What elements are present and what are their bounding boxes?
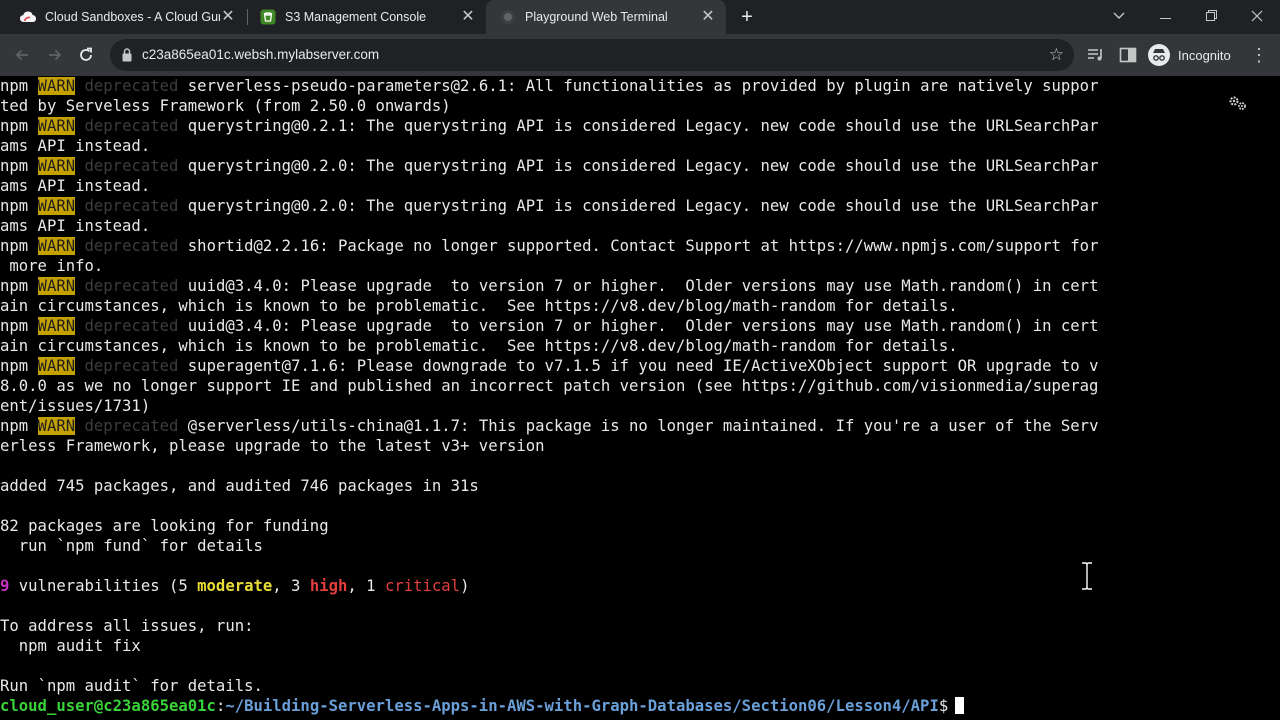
address-bar[interactable]: c23a865ea01c.websh.mylabserver.com ☆ [110,39,1074,71]
mouse-ibeam-cursor-icon [1082,562,1092,590]
close-window-button[interactable] [1234,0,1280,32]
terminal-line: 8.0.0 as we no longer support IE and pub… [0,377,1099,395]
shell-prompt[interactable]: cloud_user@c23a865ea01c:~/Building-Serve… [0,696,965,716]
browser-toolbar: c23a865ea01c.websh.mylabserver.com ☆ Inc… [0,34,1280,76]
terminal-line: 82 packages are looking for funding [0,517,329,535]
url-text: c23a865ea01c.websh.mylabserver.com [142,47,380,62]
tab-s3-console[interactable]: S3 Management Console ✕ [248,0,486,34]
terminal-line: npm WARN deprecated querystring@0.2.0: T… [0,157,1099,175]
terminal-line: npm WARN deprecated querystring@0.2.0: T… [0,197,1099,215]
new-tab-button[interactable]: + [737,5,757,29]
terminal-line: npm WARN deprecated shortid@2.2.16: Pack… [0,237,1099,255]
lock-icon[interactable] [122,48,132,62]
tab-title: S3 Management Console [285,10,427,24]
tab-cloud-sandboxes[interactable]: Cloud Sandboxes - A Cloud Guru ✕ [0,0,246,34]
tab-strip: Cloud Sandboxes - A Cloud Guru ✕ S3 Mana… [0,0,1280,34]
terminal-line: ams API instead. [0,137,151,155]
terminal-line: npm WARN deprecated superagent@7.1.6: Pl… [0,357,1099,375]
close-icon[interactable]: ✕ [220,9,236,25]
minimize-button[interactable] [1142,0,1188,32]
close-icon[interactable]: ✕ [700,9,716,25]
terminal-icon [500,9,516,25]
more-menu-icon[interactable]: ⋮ [1250,43,1268,67]
acloudguru-icon [20,9,36,25]
terminal-line: npm WARN deprecated @serverless/utils-ch… [0,417,1099,435]
terminal-line: npm WARN deprecated uuid@3.4.0: Please u… [0,277,1099,295]
tab-title: Cloud Sandboxes - A Cloud Guru [45,10,220,24]
terminal-line: ent/issues/1731) [0,397,151,415]
aws-s3-icon [260,9,276,25]
text-cursor [955,697,965,714]
incognito-profile-button[interactable]: Incognito [1148,40,1231,70]
terminal-line: npm audit fix [0,637,141,655]
back-arrow-icon[interactable] [10,43,34,67]
terminal-line: npm WARN deprecated uuid@3.4.0: Please u… [0,317,1099,335]
tab-search-chevron-icon[interactable] [1096,0,1142,32]
forward-arrow-icon[interactable] [43,43,67,67]
vulnerabilities-line: 9 vulnerabilities (5 moderate, 3 high, 1… [0,577,470,595]
close-icon[interactable]: ✕ [460,9,476,25]
terminal-line: To address all issues, run: [0,617,254,635]
terminal-line: ain circumstances, which is known to be … [0,297,958,315]
incognito-icon [1148,44,1170,66]
terminal-line: npm WARN deprecated serverless-pseudo-pa… [0,77,1099,95]
terminal-line: ams API instead. [0,217,151,235]
terminal-line: ams API instead. [0,177,151,195]
incognito-label: Incognito [1178,47,1231,63]
media-control-icon[interactable] [1084,43,1108,67]
terminal-line: Run `npm audit` for details. [0,677,263,695]
tab-playground-terminal[interactable]: Playground Web Terminal ✕ [486,0,726,34]
bookmark-star-icon[interactable]: ☆ [1049,39,1064,71]
settings-gear-icon[interactable] [1228,95,1248,111]
side-panel-icon[interactable] [1116,43,1140,67]
terminal-line: ain circumstances, which is known to be … [0,337,958,355]
terminal-line: ted by Serveless Framework (from 2.50.0 … [0,97,451,115]
terminal-line: erless Framework, please upgrade to the … [0,437,545,455]
restore-button[interactable] [1188,0,1234,32]
reload-icon[interactable] [74,43,98,67]
web-terminal[interactable]: npm WARN deprecated serverless-pseudo-pa… [0,76,1280,720]
terminal-line: more info. [0,257,104,275]
terminal-line: run `npm fund` for details [0,537,263,555]
terminal-line: added 745 packages, and audited 746 pack… [0,477,479,495]
tab-title: Playground Web Terminal [525,10,668,24]
terminal-line: npm WARN deprecated querystring@0.2.1: T… [0,117,1099,135]
